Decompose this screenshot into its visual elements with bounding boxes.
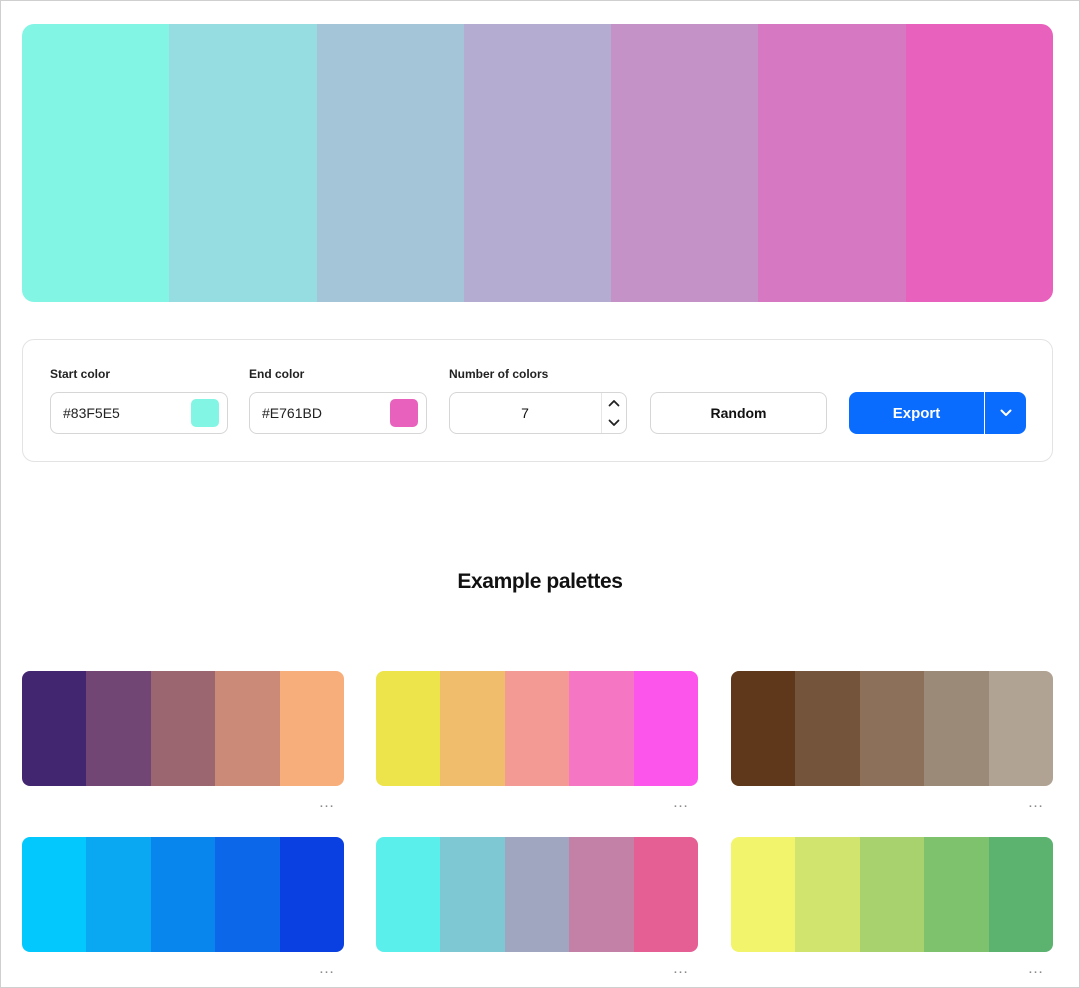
number-of-colors-label: Number of colors xyxy=(449,367,549,381)
end-color-swatch[interactable] xyxy=(390,399,418,427)
gradient-swatch[interactable] xyxy=(169,24,317,302)
palette-swatch[interactable] xyxy=(731,837,796,952)
gradient-swatch[interactable] xyxy=(905,24,1053,302)
decrement-button[interactable] xyxy=(602,413,626,433)
palette-swatch[interactable] xyxy=(376,837,441,952)
export-button[interactable]: Export xyxy=(849,392,984,434)
palette-swatch[interactable] xyxy=(150,671,216,786)
palette-more-icon[interactable]: … xyxy=(317,795,337,811)
palette-swatch[interactable] xyxy=(504,671,570,786)
palette-swatch[interactable] xyxy=(150,837,216,952)
end-color-field[interactable]: #E761BD xyxy=(249,392,427,434)
palette-swatch[interactable] xyxy=(504,837,570,952)
example-palette[interactable] xyxy=(22,837,344,952)
palette-swatch[interactable] xyxy=(215,837,280,952)
number-of-colors-field[interactable]: 7 xyxy=(449,392,627,434)
section-title: Example palettes xyxy=(457,570,623,593)
palette-swatch[interactable] xyxy=(279,671,344,786)
gradient-swatch[interactable] xyxy=(22,24,170,302)
palette-swatch[interactable] xyxy=(440,671,505,786)
example-palette[interactable] xyxy=(22,671,344,786)
palette-more-icon[interactable]: … xyxy=(671,795,691,811)
palette-swatch[interactable] xyxy=(569,671,634,786)
palette-swatch[interactable] xyxy=(86,671,151,786)
gradient-swatch[interactable] xyxy=(611,24,759,302)
palette-swatch[interactable] xyxy=(924,837,989,952)
gradient-swatch[interactable] xyxy=(316,24,464,302)
start-color-input[interactable]: #83F5E5 xyxy=(63,405,120,421)
palette-more-icon[interactable]: … xyxy=(317,961,337,977)
palette-swatch[interactable] xyxy=(569,837,634,952)
example-palette[interactable] xyxy=(731,837,1053,952)
palette-swatch[interactable] xyxy=(376,671,441,786)
number-stepper xyxy=(601,393,626,433)
palette-swatch[interactable] xyxy=(440,837,505,952)
start-color-field[interactable]: #83F5E5 xyxy=(50,392,228,434)
palette-swatch[interactable] xyxy=(988,671,1053,786)
palette-swatch[interactable] xyxy=(859,671,925,786)
gradient-preview xyxy=(22,24,1053,302)
controls-panel: Start color #83F5E5 End color #E761BD Nu… xyxy=(22,339,1053,462)
gradient-swatch[interactable] xyxy=(758,24,906,302)
start-color-swatch[interactable] xyxy=(191,399,219,427)
palette-more-icon[interactable]: … xyxy=(1026,795,1046,811)
palette-more-icon[interactable]: … xyxy=(1026,961,1046,977)
palette-swatch[interactable] xyxy=(731,671,796,786)
palette-swatch[interactable] xyxy=(795,671,860,786)
palette-swatch[interactable] xyxy=(988,837,1053,952)
palette-swatch[interactable] xyxy=(795,837,860,952)
palette-swatch[interactable] xyxy=(924,671,989,786)
palette-more-icon[interactable]: … xyxy=(671,961,691,977)
palette-swatch[interactable] xyxy=(22,837,87,952)
random-button[interactable]: Random xyxy=(650,392,827,434)
end-color-label: End color xyxy=(249,367,305,381)
palette-swatch[interactable] xyxy=(279,837,344,952)
gradient-swatch[interactable] xyxy=(463,24,612,302)
chevron-down-icon xyxy=(608,419,620,426)
palette-swatch[interactable] xyxy=(86,837,151,952)
chevron-up-icon xyxy=(608,400,620,407)
increment-button[interactable] xyxy=(602,393,626,413)
example-palette[interactable] xyxy=(376,837,698,952)
chevron-down-icon xyxy=(1000,409,1011,416)
example-palette[interactable] xyxy=(731,671,1053,786)
palette-swatch[interactable] xyxy=(859,837,925,952)
start-color-label: Start color xyxy=(50,367,111,381)
export-options-button[interactable] xyxy=(985,392,1026,434)
palette-swatch[interactable] xyxy=(633,671,698,786)
palette-swatch[interactable] xyxy=(215,671,280,786)
end-color-input[interactable]: #E761BD xyxy=(262,405,322,421)
palette-swatch[interactable] xyxy=(633,837,698,952)
palette-swatch[interactable] xyxy=(22,671,87,786)
number-of-colors-input[interactable]: 7 xyxy=(450,405,600,421)
example-palette[interactable] xyxy=(376,671,698,786)
